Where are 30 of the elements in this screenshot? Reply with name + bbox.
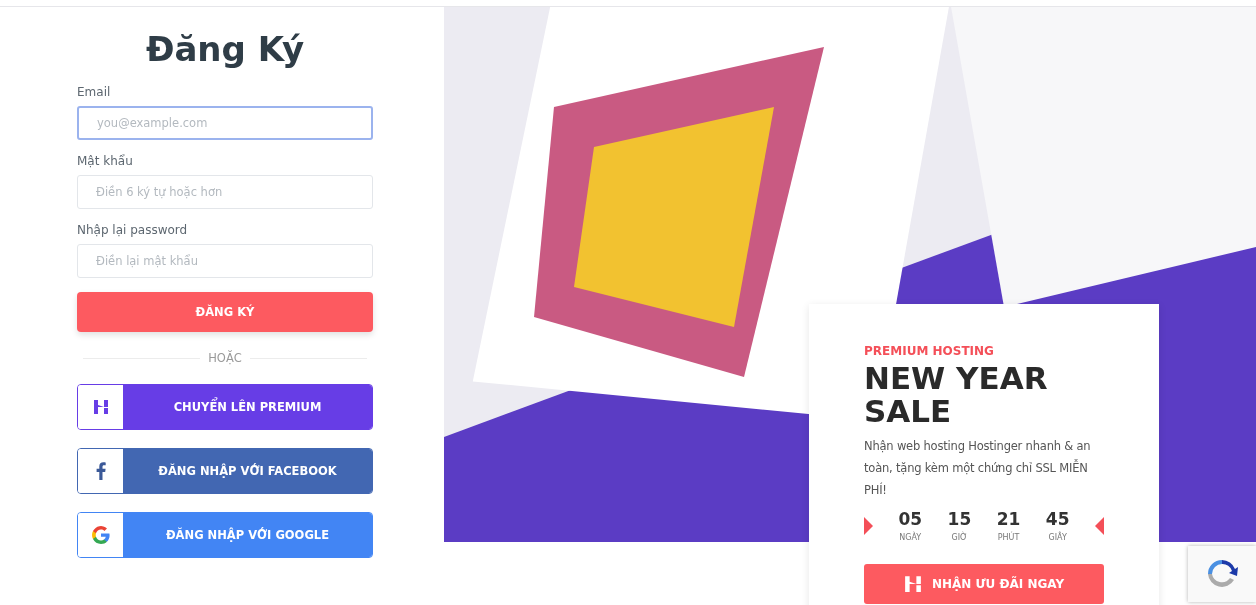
triangle-right-icon: [864, 516, 873, 535]
input-field[interactable]: you@example.com: [77, 106, 373, 140]
social-login-button[interactable]: ĐĂNG NHẬP VỚI GOOGLE: [77, 512, 373, 558]
facebook-icon: [95, 462, 106, 480]
promo-title: NEW YEAR SALE: [864, 362, 1049, 428]
countdown-value: 15: [947, 509, 972, 530]
social-login-button[interactable]: ĐĂNG NHẬP VỚI FACEBOOK: [77, 448, 373, 494]
signup-button[interactable]: ĐĂNG KÝ: [77, 292, 373, 332]
countdown-unit: GIỜ: [951, 533, 968, 543]
promo-eyebrow: PREMIUM HOSTING: [864, 344, 995, 358]
recaptcha-icon: [1205, 558, 1239, 590]
premium-button[interactable]: CHUYỂN LÊN PREMIUM: [77, 384, 373, 430]
countdown-value: 05: [898, 509, 923, 530]
promo-description: Nhận web hosting Hostinger nhanh & an toàn, tặng kèm một chứng chỉ SSL MIỄN PHÍ!: [864, 438, 1092, 500]
page-title: Đăng Ký: [144, 29, 306, 69]
h-logo-icon: [903, 575, 922, 594]
claim-offer-button[interactable]: NHẬN ƯU ĐÃI NGAY: [864, 564, 1104, 605]
countdown-value: 21: [996, 509, 1021, 530]
triangle-left-icon: [1094, 516, 1104, 535]
google-icon: [91, 526, 110, 544]
field-label: Mật khẩu: [77, 154, 134, 168]
field-label: Nhập lại password: [77, 223, 189, 237]
field-label: Email: [77, 85, 112, 99]
countdown-unit: GIÂY: [1048, 533, 1067, 543]
countdown-unit: NGÀY: [899, 533, 922, 543]
h-logo-icon: [92, 399, 109, 415]
countdown-value: 45: [1045, 509, 1070, 530]
countdown-unit: PHÚT: [997, 533, 1020, 543]
recaptcha-badge[interactable]: [1188, 546, 1256, 602]
divider-label: HOẶC: [208, 351, 242, 365]
